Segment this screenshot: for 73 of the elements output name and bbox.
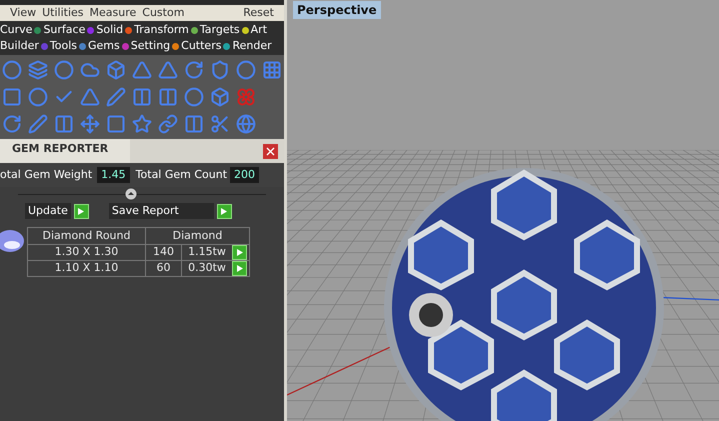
gem-icon [0,228,26,254]
category-tab[interactable]: Art [250,22,268,38]
update-label: Update [25,202,71,220]
total-count-label: Total Gem Count [136,166,228,183]
category-tab[interactable]: Builder [0,38,39,54]
box-icon[interactable] [210,87,230,107]
rotate-icon[interactable] [2,114,22,134]
square-icon[interactable] [106,114,126,134]
layers-icon[interactable] [28,60,48,80]
category-tab[interactable]: Setting [130,38,170,54]
ring-icon[interactable] [54,60,74,80]
grid-icon[interactable] [262,60,282,80]
circle-icon[interactable] [236,60,256,80]
menu-item[interactable]: Measure [90,4,136,22]
total-count-value: 200 [230,166,260,184]
play-icon [221,208,228,214]
category-tab[interactable]: Transform [134,22,189,38]
columns-icon[interactable] [158,87,178,107]
menu-item[interactable]: View [10,4,36,22]
play-icon [78,208,84,214]
pen-icon[interactable] [106,87,126,107]
category-tab[interactable]: Curve [0,22,32,38]
menu-item[interactable]: Utilities [42,4,84,22]
scissors-icon[interactable] [210,114,230,134]
pen-icon[interactable] [28,114,48,134]
save-report-label: Save Report [108,202,214,220]
panel-tab[interactable]: GEM REPORTER [0,139,130,163]
shield-icon[interactable] [210,60,230,80]
rotate-icon[interactable] [184,60,204,80]
gem-shape-header: Diamond Round [28,228,146,244]
box-icon[interactable] [106,60,126,80]
flower-icon[interactable] [236,87,256,107]
circle-icon[interactable] [2,60,22,80]
category-tab[interactable]: Cutters [181,38,222,54]
play-icon [236,249,242,256]
ring-icon[interactable] [28,87,48,107]
weight-cell-text: 1.15tw [187,244,227,260]
columns-icon[interactable] [54,114,74,134]
close-icon [266,146,275,156]
columns-icon[interactable] [184,114,204,134]
category-tab[interactable]: Tools [50,38,78,54]
category-tab[interactable]: Solid [96,22,124,38]
category-tab[interactable]: Render [232,38,272,54]
square-icon[interactable] [2,87,22,107]
close-button[interactable] [263,144,278,158]
weight-cell-text: 0.30tw [187,260,227,276]
reset-menu-item[interactable]: Reset [243,4,274,22]
viewport-title: Perspective [293,1,381,19]
category-tab[interactable]: Targets [200,22,240,38]
triangle-icon[interactable] [132,60,152,80]
link-icon[interactable] [158,114,178,134]
star-icon[interactable] [132,114,152,134]
move-icon[interactable] [80,114,100,134]
size-cell: 1.10 X 1.10 [28,260,146,277]
globe-icon[interactable] [236,114,256,134]
play-button[interactable] [74,204,89,218]
size-cell: 1.30 X 1.30 [28,244,146,261]
category-tab[interactable]: Surface [43,22,86,38]
gem-material-header: Diamond [172,228,224,244]
total-weight-label: otal Gem Weight [0,166,92,183]
circle-icon[interactable] [184,87,204,107]
menu-item[interactable]: Custom [142,4,184,22]
category-tab[interactable]: Gems [88,38,120,54]
count-cell: 140 [146,244,182,261]
columns-icon[interactable] [132,87,152,107]
cloud-icon[interactable] [80,60,100,80]
total-weight-value: 1.45 [97,166,130,184]
triangle-icon[interactable] [158,60,178,80]
collapse-handle-icon[interactable] [125,188,137,200]
play-button[interactable] [216,204,232,218]
play-icon [236,265,242,272]
count-cell: 60 [146,260,182,277]
triangle-icon[interactable] [80,87,100,107]
